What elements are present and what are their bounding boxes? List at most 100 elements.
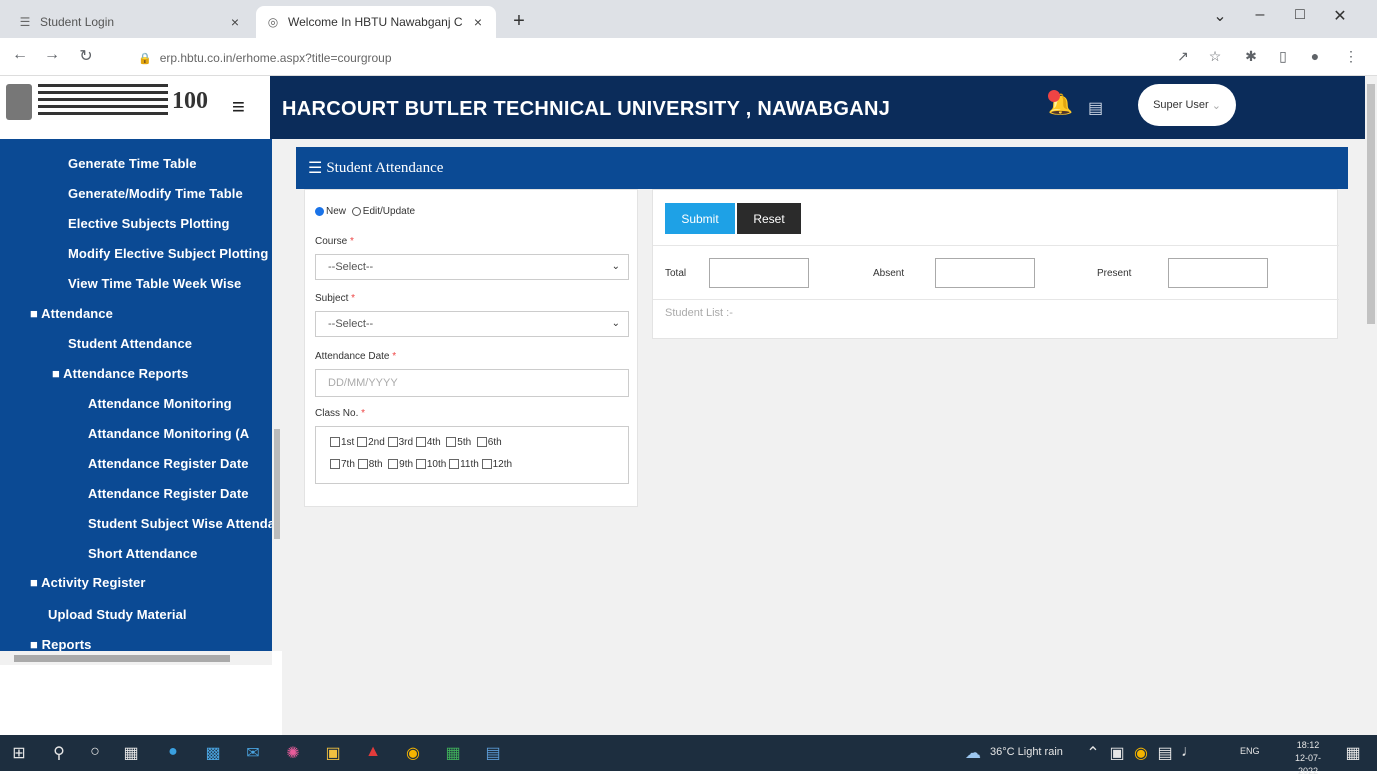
sidebar-item-attendance-monitoring[interactable]: Attendance Monitoring — [88, 396, 232, 411]
new-tab-button[interactable]: + — [508, 10, 530, 33]
tray-app-icon[interactable]: ▣ — [1104, 743, 1130, 763]
course-label: Course * — [315, 236, 354, 247]
sidebar-vertical-scrollbar[interactable] — [272, 139, 282, 651]
sidebar-item-elective-subjects-plotting[interactable]: Elective Subjects Plotting — [68, 216, 230, 231]
submit-button[interactable]: Submit — [665, 203, 735, 234]
user-menu-button[interactable]: Super User ⌄ — [1138, 84, 1236, 126]
close-icon[interactable]: × — [470, 14, 486, 30]
file-explorer-icon[interactable]: ▣ — [320, 743, 346, 763]
attendance-date-input[interactable]: DD/MM/YYYY — [315, 369, 629, 397]
sidebar-item-upload-study-material[interactable]: Upload Study Material — [48, 607, 187, 622]
subject-select[interactable]: --Select-- ⌄ — [315, 311, 629, 337]
sidebar-item-short-attendance[interactable]: Short Attendance — [88, 546, 197, 561]
menu-dots-icon[interactable]: ⋮ — [1340, 48, 1362, 65]
sidebar-item-student-attendance[interactable]: Student Attendance — [68, 336, 192, 351]
cortana-icon[interactable]: ○ — [82, 743, 108, 761]
class-checkbox-label: 2nd — [368, 437, 385, 448]
class-checkbox[interactable] — [388, 459, 399, 470]
present-field[interactable] — [1168, 258, 1268, 288]
profile-icon[interactable]: ● — [1304, 48, 1326, 64]
extensions-icon[interactable]: ✱ — [1240, 48, 1262, 65]
sidebar-item-modify-elective-subject-plotting[interactable]: Modify Elective Subject Plotting — [68, 246, 268, 261]
hamburger-menu-icon[interactable]: ≡ — [232, 94, 245, 120]
scrollbar-thumb[interactable] — [14, 655, 230, 662]
close-window-button[interactable]: ✕ — [1320, 6, 1360, 26]
sidepanel-icon[interactable]: ▯ — [1272, 48, 1294, 65]
tab-search-chevron-icon[interactable]: ⌄ — [1200, 6, 1240, 26]
reset-button[interactable]: Reset — [737, 203, 801, 234]
url-field[interactable]: 🔒 erp.hbtu.co.in/erhome.aspx?title=courg… — [138, 44, 1153, 72]
chevron-down-icon: ⌄ — [611, 261, 620, 272]
radio-new[interactable] — [315, 206, 324, 216]
class-checkbox[interactable] — [415, 437, 426, 448]
search-icon[interactable]: ⚲ — [46, 743, 72, 763]
weather-text[interactable]: 36°C Light rain — [990, 746, 1063, 758]
excel-icon[interactable]: ▦ — [440, 743, 466, 763]
sidebar-horizontal-scrollbar[interactable] — [0, 651, 272, 665]
address-bar-row: ← → ↻ 🔒 erp.hbtu.co.in/erhome.aspx?title… — [0, 38, 1377, 76]
tray-chevron-icon[interactable]: ⌃ — [1080, 743, 1106, 763]
sidebar: Generate Time Table Generate/Modify Time… — [0, 139, 282, 735]
acrobat-icon[interactable]: ▲ — [360, 743, 386, 761]
scrollbar-thumb[interactable] — [274, 429, 280, 539]
class-checkbox[interactable] — [357, 459, 368, 470]
share-icon[interactable]: ↗ — [1172, 48, 1194, 65]
sidebar-item-view-time-table-week-wise[interactable]: View Time Table Week Wise — [68, 276, 241, 291]
word-icon[interactable]: ▤ — [480, 743, 506, 763]
chrome-icon[interactable]: ◉ — [400, 743, 426, 763]
sidebar-item-generate-time-table[interactable]: Generate Time Table — [68, 156, 197, 171]
sidebar-item-activity-register[interactable]: ■ Activity Register — [30, 575, 145, 590]
store-icon[interactable]: ▩ — [200, 743, 226, 763]
class-checkbox[interactable] — [330, 459, 340, 470]
radio-edit-update[interactable] — [351, 206, 361, 216]
volume-icon[interactable]: ♩ — [1176, 743, 1202, 761]
maximize-button[interactable]: □ — [1280, 6, 1320, 24]
reload-button[interactable]: ↻ — [74, 46, 98, 66]
scrollbar-thumb[interactable] — [1367, 84, 1375, 324]
back-button[interactable]: ← — [8, 46, 32, 64]
sidebar-item-student-subject-wise-attendance[interactable]: Student Subject Wise Attendance — [88, 516, 272, 531]
minimize-button[interactable]: – — [1240, 6, 1280, 24]
absent-field[interactable] — [935, 258, 1035, 288]
mail-icon[interactable]: ✉ — [240, 743, 266, 763]
course-select[interactable]: --Select-- ⌄ — [315, 254, 629, 280]
edge-icon[interactable]: ● — [160, 743, 186, 761]
sidebar-item-generate-modify-time-table[interactable]: Generate/Modify Time Table — [68, 186, 243, 201]
weather-icon[interactable]: ☁ — [960, 743, 986, 763]
class-checkbox[interactable] — [446, 437, 457, 448]
messages-icon[interactable]: ▤ — [1088, 98, 1103, 118]
close-icon[interactable]: × — [227, 14, 243, 30]
windows-start-icon[interactable]: ⊞ — [6, 743, 32, 763]
class-checkbox[interactable] — [476, 437, 487, 448]
notification-center-icon[interactable]: ▦ — [1340, 743, 1366, 763]
network-icon[interactable]: ▤ — [1152, 743, 1178, 763]
class-checkbox-label: 1st — [341, 437, 355, 448]
tab-welcome-hbtu[interactable]: ◎ Welcome In HBTU Nawabganj C × — [256, 6, 496, 38]
class-checkbox[interactable] — [415, 459, 426, 470]
logo-text-lines — [38, 84, 168, 124]
page-vertical-scrollbar[interactable] — [1365, 76, 1377, 735]
sidebar-item-attendance-reports[interactable]: ■ Attendance Reports — [52, 366, 189, 381]
class-checkbox[interactable] — [387, 437, 398, 448]
tab-student-login[interactable]: ☰ Student Login × — [8, 6, 253, 38]
paint-icon[interactable]: ✺ — [280, 743, 306, 763]
language-indicator[interactable]: ENG — [1240, 746, 1260, 756]
task-view-icon[interactable]: ▦ — [118, 743, 144, 763]
sidebar-item-attandance-monitoring-a[interactable]: Attandance Monitoring (A — [88, 426, 249, 441]
sidebar-item-attendance[interactable]: ■ Attendance — [30, 306, 113, 321]
class-checkbox[interactable] — [330, 437, 340, 448]
total-field[interactable] — [709, 258, 809, 288]
clock[interactable]: 18:12 12-07-2022 — [1288, 739, 1328, 778]
forward-button[interactable]: → — [40, 46, 64, 64]
class-checkbox[interactable] — [449, 459, 460, 470]
sidebar-item-reports[interactable]: ■ Reports — [30, 637, 91, 651]
absent-label: Absent — [873, 268, 905, 279]
sidebar-item-attendance-register-date-2[interactable]: Attendance Register Date — [88, 486, 249, 501]
star-icon[interactable]: ☆ — [1204, 48, 1226, 65]
sidebar-item-attendance-register-date-1[interactable]: Attendance Register Date — [88, 456, 249, 471]
radio-new-label[interactable]: New — [326, 206, 346, 217]
tray-chrome-icon[interactable]: ◉ — [1128, 743, 1154, 763]
radio-edit-label[interactable]: Edit/Update — [363, 206, 415, 217]
class-checkbox[interactable] — [357, 437, 368, 448]
class-checkbox[interactable] — [481, 459, 492, 470]
